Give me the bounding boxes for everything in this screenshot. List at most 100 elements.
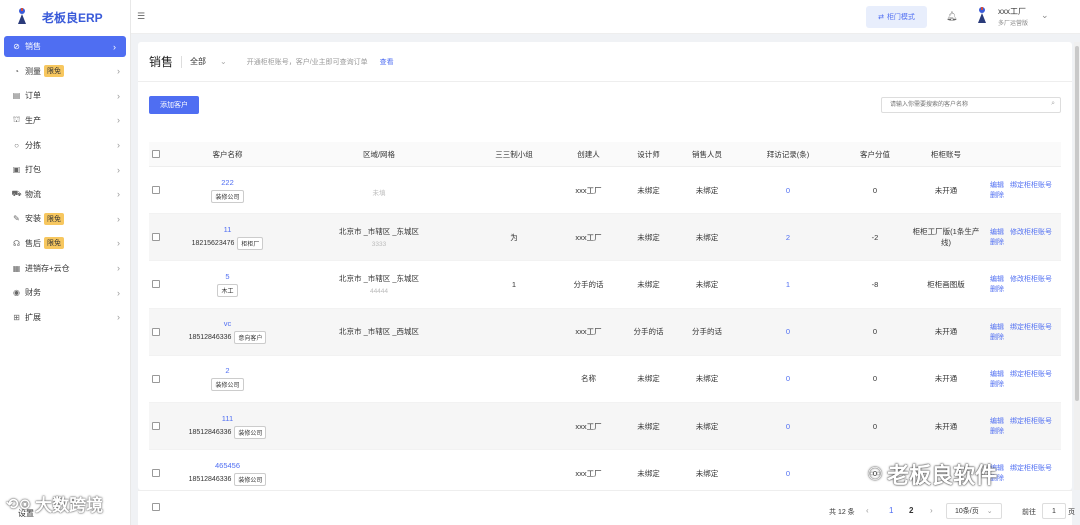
sidebar-item-6[interactable]: ⛟ 物流 › xyxy=(0,182,130,207)
filter-select[interactable]: 全部 ⌄ xyxy=(190,56,227,67)
view-link[interactable]: 查看 xyxy=(380,57,394,67)
prev-page-icon[interactable]: ‹ xyxy=(866,506,869,515)
goto-input[interactable] xyxy=(1042,503,1066,519)
next-page-icon[interactable]: › xyxy=(930,506,933,515)
visits-cell[interactable]: 0 xyxy=(734,186,842,195)
edit-link[interactable]: 编辑 xyxy=(990,418,1004,425)
total-count: 共 12 条 xyxy=(829,509,855,516)
account-link[interactable]: 绑定柜柜账号 xyxy=(1010,465,1052,472)
headset-icon: ☊ xyxy=(12,238,21,248)
table-header: 客户名称 区域/网格 三三制小组 创建人 设计师 销售人员 拜访记录(条) 客户… xyxy=(149,142,1061,167)
sidebar-item-9[interactable]: ▦ 进销存+云仓 › xyxy=(0,256,130,281)
sales-cell: 分手的话 xyxy=(692,327,722,337)
door-mode-button[interactable]: ⇄ 柜门模式 xyxy=(866,6,927,28)
sidebar-item-2[interactable]: ▤ 订单 › xyxy=(0,84,130,109)
page-1[interactable]: 1 xyxy=(889,506,893,515)
customer-phone: 18512846336 xyxy=(188,334,232,342)
visits-cell[interactable]: 0 xyxy=(734,422,842,431)
customer-name-link[interactable]: 11 xyxy=(165,225,290,234)
account-link[interactable]: 修改柜柜账号 xyxy=(1010,276,1052,283)
chevron-right-icon: › xyxy=(117,213,120,224)
visits-cell[interactable]: 0 xyxy=(734,374,842,383)
sidebar-item-11[interactable]: ⊞ 扩展 › xyxy=(0,305,130,330)
row-checkbox[interactable] xyxy=(152,280,160,289)
search-input[interactable] xyxy=(881,97,1061,113)
delete-link[interactable]: 删除 xyxy=(990,239,1004,246)
header-creator: 创建人 xyxy=(577,149,600,159)
delete-link[interactable]: 删除 xyxy=(990,381,1004,388)
row-checkbox[interactable] xyxy=(152,327,160,336)
customer-name-cell: 5 木工 xyxy=(165,272,290,297)
select-all-checkbox[interactable] xyxy=(152,150,160,158)
edit-link[interactable]: 编辑 xyxy=(990,229,1004,236)
delete-link[interactable]: 删除 xyxy=(990,334,1004,341)
row-checkbox[interactable] xyxy=(152,469,160,478)
chevron-down-icon: ⌄ xyxy=(220,57,227,66)
page-2[interactable]: 2 xyxy=(909,506,913,515)
sidebar-item-label: 分拣 xyxy=(25,140,41,150)
visits-cell[interactable]: 2 xyxy=(734,233,842,242)
table-row: 222 装修公司 未填 xxx工厂 未绑定 未绑定 0 0 未开通 编辑 绑定柜柜账号删除 xyxy=(149,167,1061,215)
visits-cell[interactable]: 0 xyxy=(734,327,842,336)
sidebar-item-1[interactable]: ◔ 测量 限免 › xyxy=(0,59,130,84)
sales-cell: 未绑定 xyxy=(695,232,719,242)
customer-name-link[interactable]: 5 xyxy=(165,272,290,281)
customer-type-tag: 装修公司 xyxy=(211,378,244,392)
add-customer-button[interactable]: 添加客户 xyxy=(149,96,199,114)
footer-select-checkbox[interactable] xyxy=(152,503,160,511)
customer-sub: 装修公司 xyxy=(165,378,290,392)
collapse-menu-icon[interactable]: ☰ xyxy=(137,11,147,21)
sidebar-item-4[interactable]: ○ 分拣 › xyxy=(0,133,130,158)
sidebar-item-5[interactable]: ▣ 打包 › xyxy=(0,157,130,182)
row-checkbox[interactable] xyxy=(152,422,160,431)
search-icon[interactable]: ⌕ xyxy=(1051,100,1055,108)
sidebar-item-10[interactable]: ◉ 财务 › xyxy=(0,280,130,305)
edit-link[interactable]: 编辑 xyxy=(990,276,1004,283)
account-link[interactable]: 修改柜柜账号 xyxy=(1010,229,1052,236)
designer-cell: 未绑定 xyxy=(637,279,660,289)
area-text: 北京市 _市辖区 _西城区 xyxy=(338,327,419,337)
customer-name-link[interactable]: 465456 xyxy=(165,461,290,470)
free-badge: 限免 xyxy=(44,237,64,250)
customer-sub: 18512846336 装修公司 xyxy=(165,472,290,486)
account-link[interactable]: 绑定柜柜账号 xyxy=(1010,324,1052,331)
avatar[interactable] xyxy=(974,6,990,26)
sidebar-item-8[interactable]: ☊ 售后 限免 › xyxy=(0,231,130,256)
page-size-select[interactable]: 10条/页 ⌄ xyxy=(946,503,1002,519)
visits-cell[interactable]: 1 xyxy=(734,280,842,289)
sidebar-item-0[interactable]: ⊘ 销售 › xyxy=(4,36,126,57)
row-check-cell xyxy=(149,280,165,289)
account-link[interactable]: 绑定柜柜账号 xyxy=(1010,371,1052,378)
visits-cell[interactable]: 0 xyxy=(734,469,842,478)
edit-link[interactable]: 编辑 xyxy=(990,324,1004,331)
account-link[interactable]: 绑定柜柜账号 xyxy=(1010,418,1052,425)
bell-icon[interactable]: 🔔︎ xyxy=(946,11,957,22)
account-link[interactable]: 绑定柜柜账号 xyxy=(1010,182,1052,189)
row-check-cell xyxy=(149,422,165,431)
ops-cell: 编辑 绑定柜柜账号删除 xyxy=(984,369,1061,389)
chevron-right-icon: › xyxy=(117,238,120,249)
watermark-logo-icon: ⟲⊙ xyxy=(6,495,32,513)
delete-link[interactable]: 删除 xyxy=(990,428,1004,435)
customer-name-link[interactable]: 222 xyxy=(165,178,290,187)
customer-name-link[interactable]: vc xyxy=(165,319,290,328)
customer-name-link[interactable]: 2 xyxy=(165,366,290,375)
customer-name-link[interactable]: 111 xyxy=(165,414,290,423)
edit-link[interactable]: 编辑 xyxy=(990,371,1004,378)
row-checkbox[interactable] xyxy=(152,374,160,383)
app-logo[interactable]: 老板良ERP xyxy=(0,0,130,34)
user-name[interactable]: xxx工厂 xyxy=(998,6,1026,17)
sidebar-item-7[interactable]: ✎ 安装 限免 › xyxy=(0,207,130,232)
area-cell: 北京市 _市辖区 _东城区 44444 xyxy=(290,273,468,295)
delete-link[interactable]: 删除 xyxy=(990,286,1004,293)
scrollbar-thumb[interactable] xyxy=(1075,46,1079,401)
chevron-down-icon[interactable]: ⌄ xyxy=(1041,10,1049,21)
customer-sub: 装修公司 xyxy=(165,189,290,203)
edit-link[interactable]: 编辑 xyxy=(990,182,1004,189)
score-cell: -8 xyxy=(871,279,879,289)
truck-icon: ⛟ xyxy=(11,189,22,199)
delete-link[interactable]: 删除 xyxy=(990,192,1004,199)
sidebar-item-3[interactable]: ⛫ 生产 › xyxy=(0,108,130,133)
row-checkbox[interactable] xyxy=(152,186,160,195)
row-checkbox[interactable] xyxy=(152,233,160,242)
